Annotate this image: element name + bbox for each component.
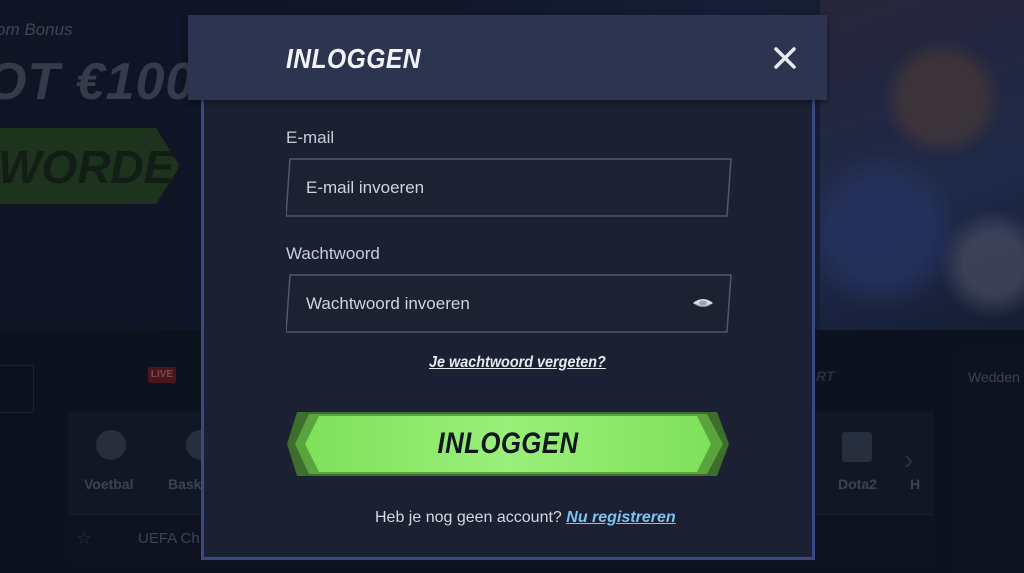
email-field[interactable] (306, 158, 686, 217)
password-field[interactable] (306, 274, 686, 333)
email-field-wrapper (286, 158, 732, 217)
forgot-password-link[interactable]: Je wachtwoord vergeten? (429, 354, 606, 372)
register-link[interactable]: Nu registreren (566, 509, 675, 526)
password-field-wrapper (286, 274, 732, 333)
email-label: E-mail (286, 128, 335, 147)
password-label: Wachtwoord (286, 244, 380, 263)
no-account-text: Heb je nog geen account? (375, 509, 562, 526)
login-button-label: INLOGGEN (437, 427, 579, 460)
login-modal-header: INLOGGEN (188, 15, 827, 100)
register-prompt: Heb je nog geen account? Nu registreren (375, 509, 676, 527)
show-password-toggle[interactable] (692, 294, 714, 312)
close-button[interactable] (769, 42, 801, 74)
modal-title: INLOGGEN (286, 43, 421, 74)
eye-icon (693, 299, 713, 307)
login-button[interactable]: INLOGGEN (287, 410, 729, 478)
close-icon (774, 47, 796, 69)
